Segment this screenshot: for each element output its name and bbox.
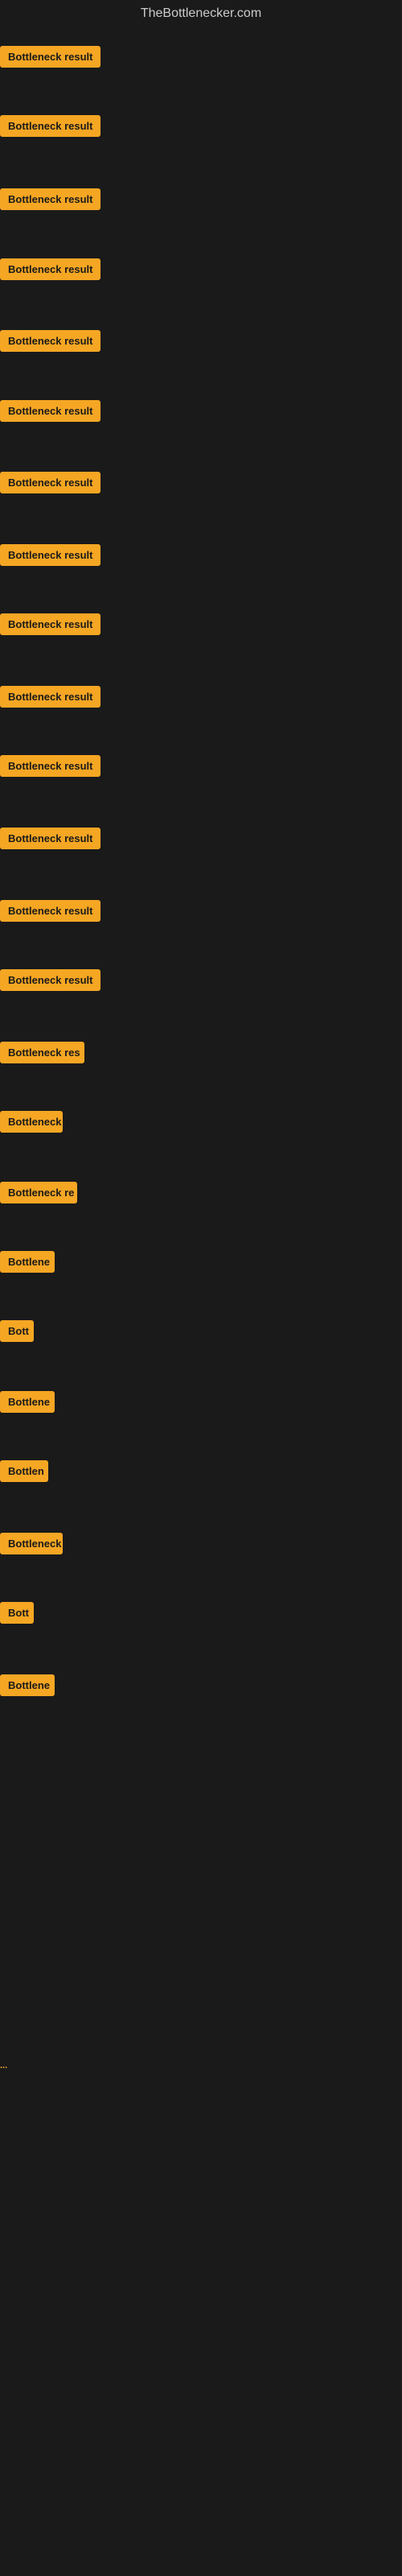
bottleneck-result-item[interactable]: Bottleneck result <box>0 330 100 352</box>
bottleneck-result-item[interactable]: Bottleneck result <box>0 258 100 280</box>
bottleneck-result-item[interactable]: Bottleneck result <box>0 400 100 422</box>
bottleneck-result-item[interactable]: Bottleneck result <box>0 613 100 635</box>
small-indicator: ... <box>0 2061 7 2070</box>
bottleneck-result-item[interactable]: Bott <box>0 1320 34 1342</box>
bottleneck-result-item[interactable]: Bottleneck result <box>0 46 100 68</box>
bottleneck-result-item[interactable]: Bottleneck result <box>0 828 100 849</box>
bottleneck-result-item[interactable]: Bottleneck res <box>0 1042 84 1063</box>
bottleneck-result-item[interactable]: Bottleneck result <box>0 900 100 922</box>
bottleneck-result-item[interactable]: Bottleneck result <box>0 686 100 708</box>
bottleneck-result-item[interactable]: Bottleneck result <box>0 115 100 137</box>
bottleneck-result-item[interactable]: Bottlene <box>0 1391 55 1413</box>
bottleneck-result-item[interactable]: Bottleneck result <box>0 755 100 777</box>
bottleneck-result-item[interactable]: Bottleneck result <box>0 472 100 493</box>
bottleneck-result-item[interactable]: Bottleneck <box>0 1533 63 1554</box>
bottleneck-result-item[interactable]: Bottleneck result <box>0 969 100 991</box>
site-title: TheBottlenecker.com <box>0 0 402 27</box>
bottleneck-result-item[interactable]: Bottleneck <box>0 1111 63 1133</box>
bottleneck-result-item[interactable]: Bottlene <box>0 1674 55 1696</box>
bottleneck-result-item[interactable]: Bottlene <box>0 1251 55 1273</box>
bottleneck-result-item[interactable]: Bottleneck re <box>0 1182 77 1203</box>
bottleneck-result-item[interactable]: Bottlen <box>0 1460 48 1482</box>
bottleneck-result-item[interactable]: Bottleneck result <box>0 188 100 210</box>
bottleneck-result-item[interactable]: Bottleneck result <box>0 544 100 566</box>
bottleneck-result-item[interactable]: Bott <box>0 1602 34 1624</box>
